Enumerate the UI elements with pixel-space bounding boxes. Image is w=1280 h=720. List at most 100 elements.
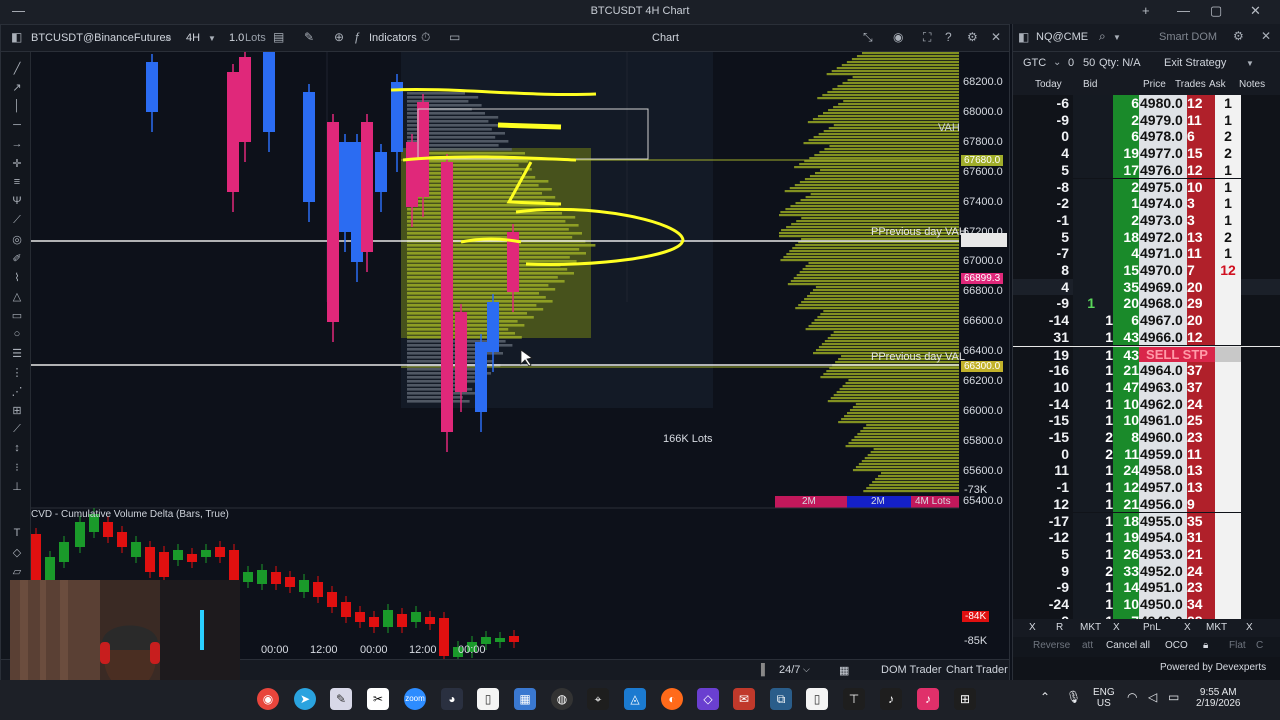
dom-price-cell[interactable]: 4971.0 bbox=[1139, 245, 1187, 262]
dom-today-cell[interactable]: 12 bbox=[1013, 496, 1069, 513]
dom-today-cell[interactable]: 19 bbox=[1013, 347, 1069, 364]
dom-trades-ask[interactable]: 29 bbox=[1187, 295, 1215, 313]
dom-price-cell[interactable]: 4963.0 bbox=[1139, 378, 1187, 396]
dom-bid-volume[interactable]: 1 bbox=[1095, 347, 1113, 364]
capcut-icon[interactable]: ✂ bbox=[367, 688, 389, 710]
dom-ask-cell[interactable]: 1 bbox=[1215, 211, 1241, 229]
text-tool-icon[interactable]: T bbox=[10, 527, 24, 539]
header-bid[interactable]: Bid bbox=[1083, 79, 1097, 90]
dom-ask-cell[interactable] bbox=[1215, 295, 1241, 313]
dom-row[interactable]: -1 2 4973.0 3 1 bbox=[1013, 211, 1280, 229]
dom-ask-cell[interactable] bbox=[1215, 529, 1241, 546]
dom-today-cell[interactable]: -24 bbox=[1013, 596, 1069, 613]
firefox-icon[interactable]: ◐ bbox=[661, 688, 683, 710]
dom-price-cell[interactable]: 4972.0 bbox=[1139, 228, 1187, 246]
dom-ask-cell[interactable] bbox=[1215, 362, 1241, 379]
callout-tool-icon[interactable]: ▱ bbox=[10, 565, 24, 578]
lots-value[interactable]: 1.0 bbox=[229, 32, 244, 44]
att-button[interactable]: att bbox=[1082, 640, 1093, 651]
footer-cancel-notes[interactable]: X bbox=[1246, 622, 1253, 633]
dom-row[interactable]: -9 1 14 4951.0 23 bbox=[1013, 579, 1280, 596]
volume-icon[interactable]: ◁ bbox=[1148, 690, 1157, 704]
dom-today-cell[interactable]: 5 bbox=[1013, 546, 1069, 563]
dom-bid-cell[interactable] bbox=[1073, 278, 1113, 296]
brush-tool-icon[interactable]: ✐ bbox=[10, 252, 24, 265]
path-tool-icon[interactable]: ⌇ bbox=[10, 271, 24, 284]
dom-trades-ask[interactable]: 21 bbox=[1187, 545, 1215, 563]
fullscreen-icon[interactable]: ⛶ bbox=[923, 30, 931, 45]
rect-tool-icon[interactable]: ▭ bbox=[10, 309, 24, 322]
dom-trades-bid[interactable]: 6 bbox=[1113, 312, 1139, 329]
draw-icon[interactable]: ✎ bbox=[304, 30, 314, 44]
dom-row[interactable]: -6 6 4980.0 12 1 bbox=[1013, 95, 1280, 112]
help-icon[interactable]: ? bbox=[945, 30, 952, 44]
dom-row[interactable]: 5 18 4972.0 13 2 bbox=[1013, 228, 1280, 246]
dom-trades-ask[interactable]: 37 bbox=[1187, 378, 1215, 396]
dom-bid-cell[interactable] bbox=[1073, 262, 1113, 279]
dom-today-cell[interactable]: -12 bbox=[1013, 529, 1069, 546]
fib-ext-tool-icon[interactable]: ⋮ bbox=[10, 366, 24, 379]
dom-trades-bid[interactable]: 19 bbox=[1113, 145, 1139, 162]
footer-cancel-today[interactable]: X bbox=[1029, 622, 1036, 633]
dom-ask-cell[interactable] bbox=[1215, 479, 1241, 496]
microphone-icon[interactable]: 🎙︎ bbox=[1066, 690, 1081, 704]
dom-today-cell[interactable]: -15 bbox=[1013, 429, 1069, 446]
dom-trades-bid[interactable]: 6 bbox=[1113, 128, 1139, 146]
app-icon[interactable]: ◬ bbox=[624, 688, 646, 710]
dom-row[interactable]: -9 2 4979.0 11 1 bbox=[1013, 111, 1280, 129]
dom-price-cell[interactable]: 4979.0 bbox=[1139, 111, 1187, 129]
dom-today-cell[interactable]: 10 bbox=[1013, 379, 1069, 396]
dom-bid-cell[interactable] bbox=[1073, 111, 1113, 129]
dom-trades-bid[interactable]: 6 bbox=[1113, 95, 1139, 112]
dom-trades-bid[interactable]: 1 bbox=[1113, 195, 1139, 212]
dom-row[interactable]: -12 1 19 4954.0 31 bbox=[1013, 529, 1280, 546]
dom-trades-ask[interactable]: 6 bbox=[1187, 128, 1215, 146]
vline-tool-icon[interactable]: │ bbox=[10, 100, 24, 112]
telegram-icon[interactable]: ➤ bbox=[294, 688, 316, 710]
minimize-icon[interactable]: — bbox=[12, 3, 25, 18]
dom-row[interactable]: -1 1 12 4957.0 13 bbox=[1013, 479, 1280, 496]
fib-tool-icon[interactable]: ☰ bbox=[10, 347, 24, 360]
dom-trades-bid[interactable]: 18 bbox=[1113, 512, 1139, 530]
dom-ask-cell[interactable] bbox=[1215, 562, 1241, 580]
dom-trades-bid[interactable]: 8 bbox=[1113, 429, 1139, 446]
circle-tool-icon[interactable]: ○ bbox=[10, 328, 24, 340]
dom-trades-ask[interactable]: 24 bbox=[1187, 562, 1215, 580]
footer-cancel-bid[interactable]: X bbox=[1113, 622, 1120, 633]
dom-today-cell[interactable]: -14 bbox=[1013, 396, 1069, 413]
dom-row[interactable]: 31 1 43 4966.0 12 bbox=[1013, 328, 1280, 346]
language-indicator[interactable]: ENG US bbox=[1093, 687, 1115, 709]
calculator-icon[interactable]: ▦ bbox=[514, 688, 536, 710]
cancel-all-button[interactable]: Cancel all bbox=[1106, 640, 1150, 651]
dom-today-cell[interactable]: 4 bbox=[1013, 279, 1069, 296]
dom-trades-ask[interactable]: 13 bbox=[1187, 479, 1215, 496]
regression-tool-icon[interactable]: ⟋ bbox=[10, 423, 24, 436]
collapse-icon[interactable]: ⤡ bbox=[863, 30, 873, 45]
dom-row[interactable]: -16 1 21 4964.0 37 bbox=[1013, 362, 1280, 379]
dom-today-cell[interactable]: -14 bbox=[1013, 312, 1069, 329]
dom-today-cell[interactable]: 5 bbox=[1013, 229, 1069, 246]
calendar-icon[interactable]: ▦ bbox=[839, 664, 849, 677]
dom-bid-cell[interactable] bbox=[1073, 228, 1113, 246]
dom-ask-cell[interactable]: 2 bbox=[1215, 145, 1241, 162]
dom-ask-cell[interactable]: 12 bbox=[1215, 262, 1241, 279]
dom-price-cell[interactable]: 4970.0 bbox=[1139, 262, 1187, 279]
flat-button[interactable]: Flat bbox=[1229, 640, 1246, 651]
dom-today-cell[interactable]: -15 bbox=[1013, 412, 1069, 429]
indicator-title[interactable]: CVD - Cumulative Volume Delta (Bars, Tru… bbox=[31, 509, 229, 520]
dom-bid-volume[interactable]: 2 bbox=[1095, 563, 1113, 580]
dom-ask-cell[interactable] bbox=[1215, 346, 1241, 364]
dom-row[interactable]: -24 1 10 4950.0 34 bbox=[1013, 596, 1280, 613]
chrome-icon[interactable]: ◉ bbox=[257, 688, 279, 710]
dom-today-cell[interactable]: -7 bbox=[1013, 245, 1069, 262]
file-icon[interactable]: ▯ bbox=[477, 688, 499, 710]
dom-trades-bid[interactable]: 21 bbox=[1113, 362, 1139, 379]
dom-price-cell[interactable]: 4966.0 bbox=[1139, 328, 1187, 346]
dom-price-cell[interactable]: 4977.0 bbox=[1139, 145, 1187, 162]
session-range[interactable]: 24/7 bbox=[779, 664, 800, 676]
dom-bid-volume[interactable]: 1 bbox=[1095, 329, 1113, 346]
dom-today-cell[interactable]: -1 bbox=[1013, 479, 1069, 496]
dom-bid-cell[interactable] bbox=[1073, 211, 1113, 229]
dom-trades-bid[interactable]: 2 bbox=[1113, 111, 1139, 129]
dom-row[interactable]: 4 19 4977.0 15 2 bbox=[1013, 145, 1280, 162]
